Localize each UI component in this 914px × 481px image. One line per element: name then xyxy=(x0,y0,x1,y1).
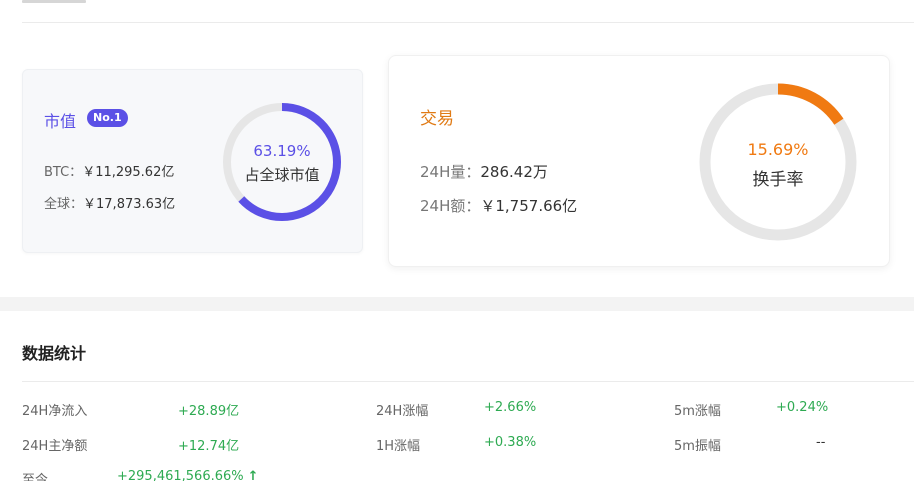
stat-value-amplitude-5m: -- xyxy=(816,435,826,450)
btc-market-cap-label: BTC： xyxy=(44,165,83,180)
stats-divider xyxy=(22,381,914,382)
stat-value-main-net-24h: +12.74亿 xyxy=(178,439,240,454)
arrow-up-icon: ↑ xyxy=(247,469,259,481)
volume-24h-row: 24H量：286.42万 xyxy=(420,161,548,182)
trade-card: 交易 24H量：286.42万 24H额：￥1,757.66亿 15.69% 换… xyxy=(388,55,890,267)
stat-label-amplitude-5m: 5m振幅 xyxy=(674,439,721,454)
btc-market-cap-value: ￥11,295.62亿 xyxy=(82,165,175,180)
stat-value-since-inception: +295,461,566.66% xyxy=(117,469,244,481)
stat-label-net-inflow-24h: 24H净流入 xyxy=(22,404,88,419)
stat-value-net-inflow-24h: +28.89亿 xyxy=(178,404,240,419)
market-cap-title: 市值 xyxy=(44,112,77,131)
stat-label-change-5m: 5m涨幅 xyxy=(674,404,721,419)
stats-title: 数据统计 xyxy=(22,344,87,363)
market-share-label: 占全球市值 xyxy=(244,166,320,184)
stat-value-change-24h: +2.66% xyxy=(484,400,537,415)
amount-24h-label: 24H额： xyxy=(420,197,481,215)
stat-label-change-1h: 1H涨幅 xyxy=(376,439,421,454)
stat-value-since-inception-row: +295,461,566.66% ↑ xyxy=(117,469,259,481)
stat-label-main-net-24h: 24H主净额 xyxy=(22,439,88,454)
volume-24h-label: 24H量： xyxy=(420,163,481,181)
section-title-cut xyxy=(22,0,86,3)
market-share-donut: 63.19% 占全球市值 xyxy=(222,102,342,222)
market-share-percent: 63.19% xyxy=(253,142,311,160)
top-divider xyxy=(22,22,914,23)
market-cap-card: 市值 No.1 BTC：￥11,295.62亿 全球：￥17,873.63亿 6… xyxy=(22,69,363,253)
section-separator-band xyxy=(0,297,914,311)
btc-market-cap-row: BTC：￥11,295.62亿 xyxy=(44,161,174,180)
global-market-cap-row: 全球：￥17,873.63亿 xyxy=(44,193,175,212)
global-market-cap-label: 全球： xyxy=(44,197,84,212)
rank-badge: No.1 xyxy=(87,109,128,127)
trade-title: 交易 xyxy=(420,109,454,129)
stat-label-since-inception: 至今 xyxy=(22,473,49,481)
amount-24h-row: 24H额：￥1,757.66亿 xyxy=(420,195,577,216)
coin-overview-page: 市值 No.1 BTC：￥11,295.62亿 全球：￥17,873.63亿 6… xyxy=(0,0,914,481)
global-market-cap-value: ￥17,873.63亿 xyxy=(83,197,176,212)
amount-24h-value: ￥1,757.66亿 xyxy=(480,197,578,215)
turnover-label: 换手率 xyxy=(752,170,804,190)
turnover-percent: 15.69% xyxy=(747,140,809,159)
volume-24h-value: 286.42万 xyxy=(480,163,548,181)
stat-value-change-5m: +0.24% xyxy=(776,400,829,415)
stat-label-change-24h: 24H涨幅 xyxy=(376,404,429,419)
turnover-donut: 15.69% 换手率 xyxy=(698,82,858,242)
stat-value-change-1h: +0.38% xyxy=(484,435,537,450)
